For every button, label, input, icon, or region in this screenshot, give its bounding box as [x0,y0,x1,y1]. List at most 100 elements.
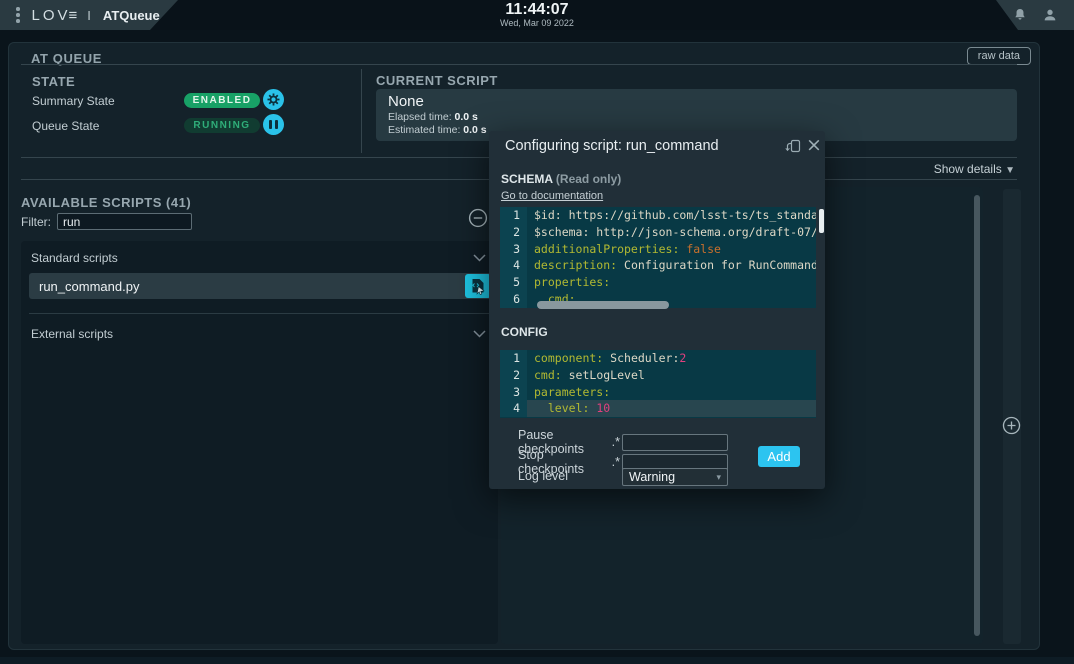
summary-state-badge: ENABLED [184,93,260,108]
schema-readonly-note: (Read only) [556,172,621,186]
gear-icon [266,92,281,107]
raw-data-button[interactable]: raw data [967,47,1031,65]
modal-title: Configuring script: run_command [505,138,719,154]
current-script-name: None [388,93,1005,110]
scripts-list-box: Standard scripts run_command.py External… [21,241,498,644]
config-code-editor[interactable]: 1component: Scheduler:22cmd: setLogLevel… [500,350,816,418]
clock-date: Wed, Mar 09 2022 [500,18,574,28]
standard-scripts-label: Standard scripts [31,251,473,265]
standard-scripts-header[interactable]: Standard scripts [21,247,498,269]
log-level-value: Warning [629,470,716,484]
schema-hscrollbar[interactable] [537,301,669,309]
code-text: parameters: [527,384,816,401]
filter-input[interactable] [57,213,192,230]
show-details-toggle[interactable]: Show details ▼ [934,162,1015,176]
code-line[interactable]: 4description: Configuration for RunComma… [500,257,816,274]
code-line[interactable]: 3additionalProperties: false [500,241,816,258]
line-number: 3 [500,384,527,401]
top-bar-right [962,0,1074,30]
schema-code-editor[interactable]: 1$id: https://github.com/lsst-ts/ts_stan… [500,207,816,308]
code-line[interactable]: 5properties: [500,274,816,291]
current-script-title: CURRENT SCRIPT [376,73,498,88]
line-number: 4 [500,257,527,274]
top-bar-left: LOV≡ I ATQueue [0,0,178,30]
estimated-value: 0.0 s [463,124,486,136]
code-line[interactable]: 2$schema: http://json-schema.org/draft-0… [500,224,816,241]
script-row-run-command[interactable]: run_command.py [29,273,492,299]
filter-label: Filter: [21,215,51,229]
line-number: 6 [500,291,527,308]
show-details-caret-icon: ▼ [1005,165,1015,176]
code-text: description: Configuration for RunComman… [527,257,816,274]
config-heading: CONFIG [501,325,548,339]
code-line[interactable]: 3parameters: [500,384,816,401]
line-number: 5 [500,274,527,291]
external-scripts-header[interactable]: External scripts [21,323,498,345]
code-line[interactable]: 2cmd: setLogLevel [500,367,816,384]
state-section-title: STATE [32,74,75,89]
circle-minus-icon [467,207,489,229]
app-title: ATQueue [103,8,160,23]
title-divider [21,64,1017,65]
group-divider [29,313,492,314]
elapsed-value: 0.0 s [455,111,478,123]
pause-queue-button[interactable] [263,114,284,135]
line-number: 4 [500,400,527,417]
code-text: component: Scheduler:2 [527,350,816,367]
code-text: properties: [527,274,816,291]
dropdown-caret-icon: ▾ [716,472,721,483]
pause-checkpoints-regex: .* [612,435,622,449]
add-button[interactable]: Add [758,446,800,467]
line-number: 1 [500,207,527,224]
logo-separator: I [87,8,91,23]
code-text: cmd: setLogLevel [527,367,816,384]
line-number: 2 [500,367,527,384]
code-text: level: 10 [527,400,816,417]
close-icon: × [806,134,822,156]
user-icon[interactable] [1042,7,1058,23]
detach-icon [785,137,802,154]
launch-script-icon [470,278,486,295]
line-number: 3 [500,241,527,258]
code-text: $id: https://github.com/lsst-ts/ts_stand… [527,207,816,224]
script-name: run_command.py [39,279,465,294]
schema-vscrollbar[interactable] [819,209,824,233]
configure-script-modal: Configuring script: run_command × SCHEMA… [489,131,825,489]
log-level-select[interactable]: Warning ▾ [622,468,728,486]
top-bar: LOV≡ I ATQueue 11:44:07 Wed, Mar 09 2022 [0,0,1074,30]
log-level-label: Log level [518,469,568,483]
code-line[interactable]: 1$id: https://github.com/lsst-ts/ts_stan… [500,207,816,224]
code-text: additionalProperties: false [527,241,816,258]
love-logo: LOV≡ [32,7,78,24]
bell-icon[interactable] [1012,7,1028,23]
summary-state-gear-button[interactable] [263,89,284,110]
queue-state-badge: RUNNING [184,118,260,133]
footer-bar [0,657,1074,664]
available-scripts-title: AVAILABLE SCRIPTS (41) [21,195,191,210]
circle-plus-icon [1001,415,1022,436]
line-number: 2 [500,224,527,241]
documentation-link[interactable]: Go to documentation [501,190,603,202]
collapse-scripts-button[interactable] [467,207,489,232]
state-script-divider [361,69,362,153]
code-line[interactable]: 4 level: 10 [500,400,816,417]
expand-panel-button[interactable] [1001,415,1022,439]
menu-dots-icon[interactable] [16,7,20,23]
code-line[interactable]: 1component: Scheduler:2 [500,350,816,367]
stop-checkpoints-regex: .* [612,455,622,469]
schema-heading: SCHEMA [501,172,553,186]
queue-state-label: Queue State [32,119,99,133]
clock-time: 11:44:07 [500,1,574,18]
launch-script-button[interactable] [465,274,491,298]
estimated-label: Estimated time: [388,124,460,136]
summary-state-label: Summary State [32,94,115,108]
clock: 11:44:07 Wed, Mar 09 2022 [500,1,574,28]
detach-modal-button[interactable] [785,137,802,157]
close-modal-button[interactable]: × [806,136,822,154]
chevron-down-icon [473,330,486,338]
pause-icon [269,120,277,129]
chevron-down-icon [473,254,486,262]
external-scripts-label: External scripts [31,327,473,341]
queue-scrollbar[interactable] [974,195,980,636]
elapsed-label: Elapsed time: [388,111,452,123]
